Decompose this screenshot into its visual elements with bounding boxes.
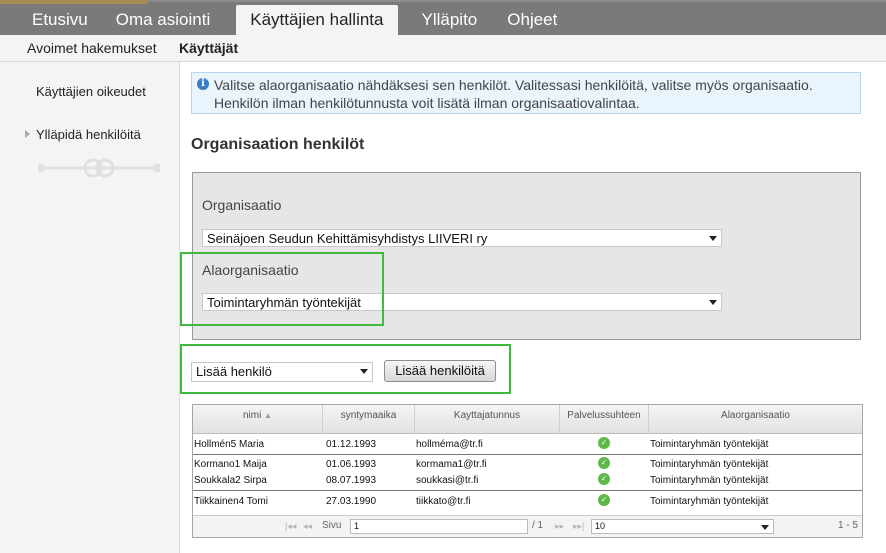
tab-kayttajien-hallinta[interactable]: Käyttäjien hallinta [236,5,398,37]
chevron-down-icon [709,300,717,305]
column-header-nimi[interactable]: nimi ▲ [193,405,323,433]
table-pager: |◂◂ ◂◂ Sivu 1 / 1 ▸▸ ▸▸| 10 1 - 5 [193,515,862,537]
info-line-2: Henkilön ilman henkilötunnusta voit lisä… [214,95,640,111]
sidebar-item-kayttajien-oikeudet[interactable]: Käyttäjien oikeudet [36,84,146,99]
check-icon: ✓ [598,437,610,449]
row-divider [193,490,862,491]
sub-navigation: Avoimet hakemukset Käyttäjät [0,35,886,62]
organisaatio-label: Organisaatio [202,197,282,213]
column-header-alaorganisaatio[interactable]: Alaorganisaatio [649,405,862,433]
chevron-down-icon [709,236,717,241]
info-line-1: Valitse alaorganisaatio nähdäksesi sen h… [214,77,813,93]
subnav-avoimet-hakemukset[interactable]: Avoimet hakemukset [27,40,157,56]
info-message: i Valitse alaorganisaatio nähdäksesi sen… [191,72,861,114]
page-count: / 1 [532,520,544,531]
sidebar-item-yllapida-henkiloita[interactable]: Ylläpidä henkilöitä [36,127,141,142]
check-icon: ✓ [598,494,610,506]
record-range: 1 - 5 [837,520,858,531]
persons-table: nimi ▲ syntymaaika Kayttajatunnus Palvel… [192,404,863,538]
brand-strip [0,0,148,4]
highlight-add-person [180,344,511,394]
sidebar: Käyttäjien oikeudet Ylläpidä henkilöitä [0,62,180,553]
top-navigation-bar: Etusivu Oma asiointi Käyttäjien hallinta… [0,0,886,37]
first-page-icon[interactable]: |◂◂ [285,521,296,532]
chevron-right-icon [25,130,30,138]
last-page-icon[interactable]: ▸▸| [573,521,584,532]
check-icon: ✓ [598,473,610,485]
tab-etusivu[interactable]: Etusivu [18,5,102,37]
table-header: nimi ▲ syntymaaika Kayttajatunnus Palvel… [193,405,862,434]
rows-per-page-select[interactable]: 10 [591,519,774,534]
organisaatio-select[interactable]: Seinäjoen Seudun Kehittämisyhdistys LIIV… [202,229,722,247]
chevron-down-icon [761,525,769,530]
main-content: i Valitse alaorganisaatio nähdäksesi sen… [180,62,886,553]
check-icon: ✓ [598,457,610,469]
page-label: Sivu [322,520,342,531]
prev-page-icon[interactable]: ◂◂ [303,521,312,532]
divider-ornament-icon [38,158,160,178]
subnav-kayttajat[interactable]: Käyttäjät [179,40,238,56]
main-tabs: Etusivu Oma asiointi Käyttäjien hallinta… [18,5,571,37]
page-title: Organisaation henkilöt [191,136,365,153]
row-divider [193,454,862,455]
tab-yllapito[interactable]: Ylläpito [408,5,492,37]
sort-up-icon: ▲ [264,411,273,420]
column-header-syntymaaika[interactable]: syntymaaika [323,405,415,433]
info-icon: i [197,78,209,90]
tab-ohjeet[interactable]: Ohjeet [493,5,571,37]
page-number-input[interactable]: 1 [350,519,528,534]
tab-oma-asiointi[interactable]: Oma asiointi [102,5,224,37]
next-page-icon[interactable]: ▸▸ [555,521,564,532]
highlight-alaorganisaatio [180,252,384,326]
column-header-kayttajatunnus[interactable]: Kayttajatunnus [415,405,560,433]
organisaatio-value: Seinäjoen Seudun Kehittämisyhdistys LIIV… [207,231,488,246]
column-header-palvelussuhteen[interactable]: Palvelussuhteen [560,405,649,433]
